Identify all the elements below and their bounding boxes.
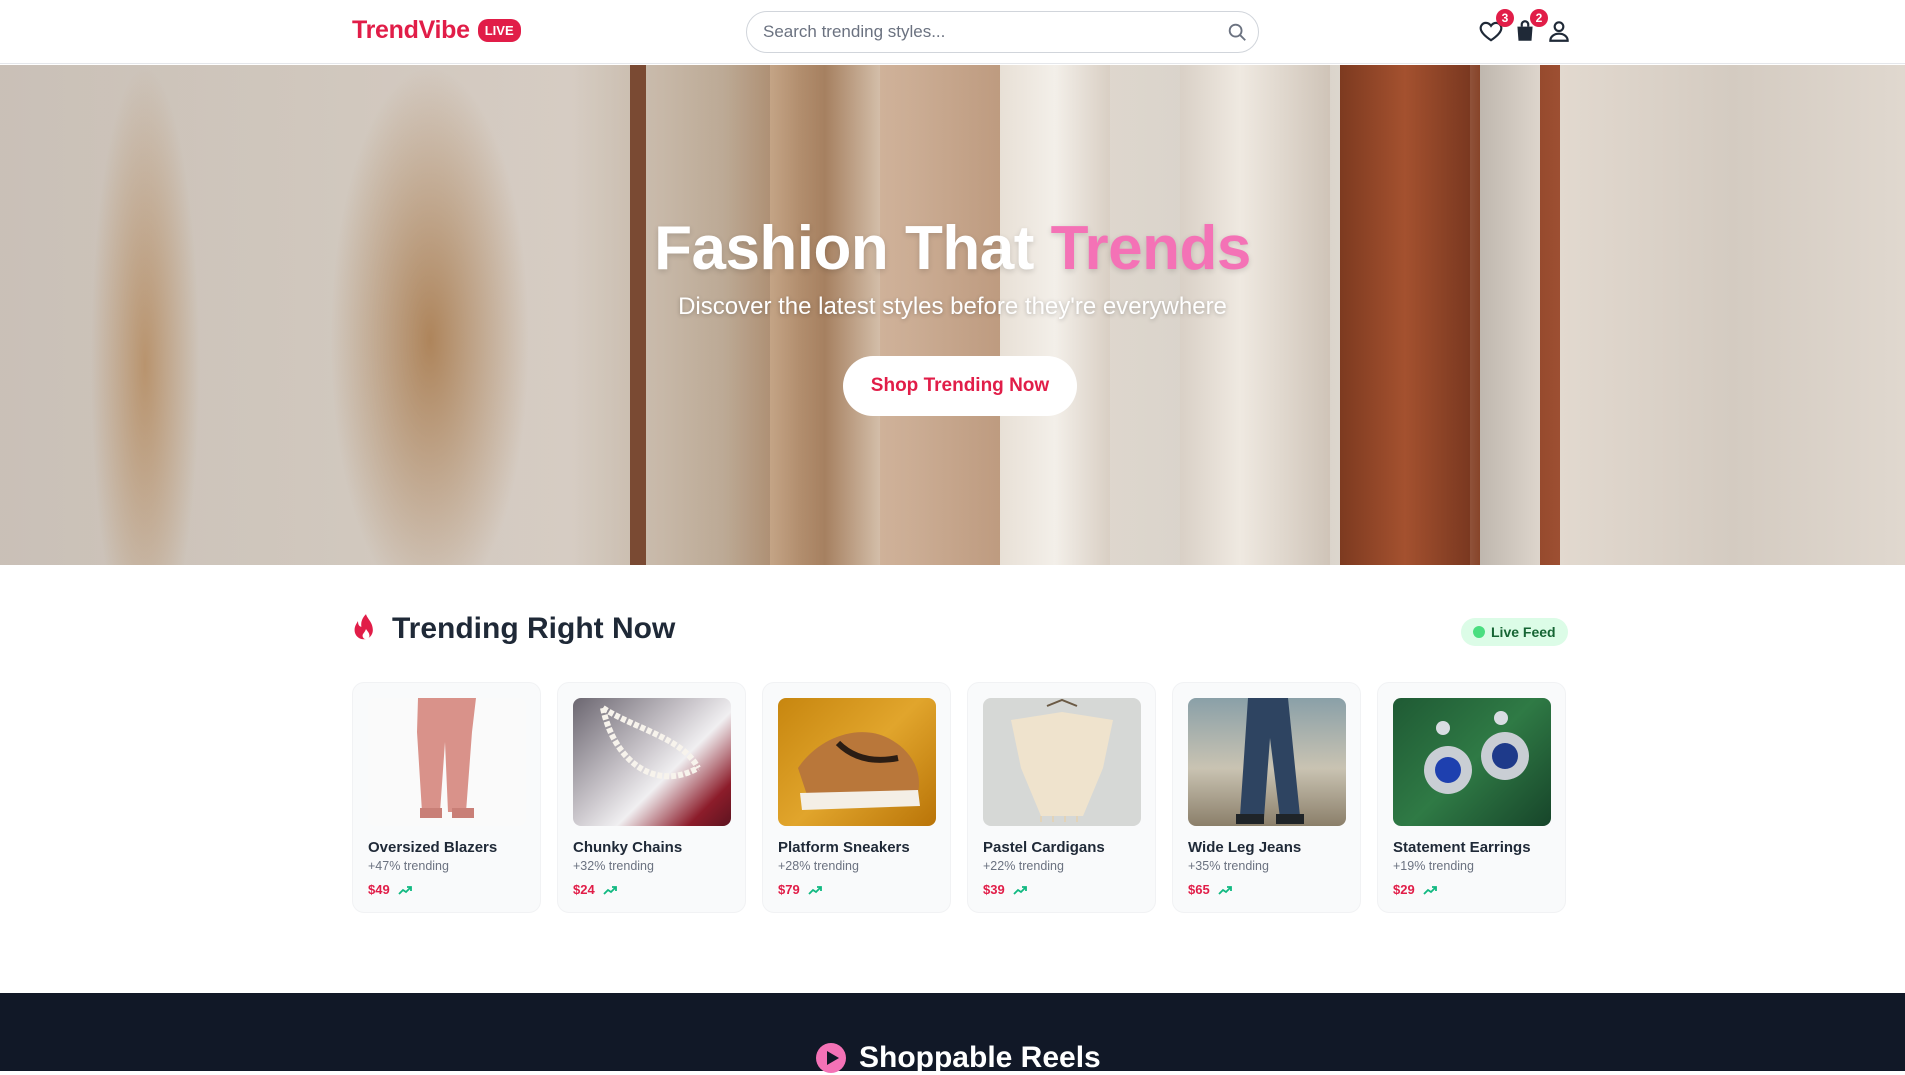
product-image[interactable] [778, 698, 936, 826]
trending-up-icon [1013, 885, 1027, 895]
product-card[interactable]: Wide Leg Jeans +35% trending $65 [1172, 682, 1361, 913]
trending-up-icon [1218, 885, 1232, 895]
product-price-row: $49 [368, 882, 412, 897]
shop-trending-button[interactable]: Shop Trending Now [843, 356, 1077, 416]
product-name[interactable]: Platform Sneakers [778, 839, 910, 856]
product-name[interactable]: Statement Earrings [1393, 839, 1531, 856]
logo-text[interactable]: TrendVibe [352, 16, 470, 45]
user-icon [1549, 21, 1569, 42]
product-trend: +35% trending [1188, 859, 1269, 873]
product-price: $65 [1188, 882, 1210, 897]
trending-title: Trending Right Now [392, 612, 676, 645]
reels-title: Shoppable Reels [859, 1041, 1101, 1074]
live-feed-label: Live Feed [1491, 624, 1556, 640]
product-name[interactable]: Oversized Blazers [368, 839, 497, 856]
product-card[interactable]: Statement Earrings +19% trending $29 [1377, 682, 1566, 913]
live-feed-badge: Live Feed [1461, 618, 1568, 646]
account-button[interactable] [1546, 18, 1574, 46]
live-dot-icon [1473, 626, 1485, 638]
product-price: $24 [573, 882, 595, 897]
hero-title-accent: Trends [1050, 214, 1252, 283]
play-circle-icon [816, 1043, 846, 1073]
trending-up-icon [808, 885, 822, 895]
product-price: $49 [368, 882, 390, 897]
product-price-row: $24 [573, 882, 617, 897]
product-card[interactable]: Pastel Cardigans +22% trending $39 [967, 682, 1156, 913]
product-card[interactable]: Platform Sneakers +28% trending $79 [762, 682, 951, 913]
reels-section: Shoppable Reels [0, 993, 1905, 1074]
product-image[interactable] [1393, 698, 1551, 826]
trending-up-icon [603, 885, 617, 895]
logo[interactable]: TrendVibe LIVE [352, 16, 521, 45]
search-input[interactable] [763, 12, 1203, 52]
cart-button[interactable]: 2 [1512, 9, 1548, 46]
hero-title: Fashion That Trends [0, 213, 1905, 284]
product-price-row: $79 [778, 882, 822, 897]
hero-banner: Fashion That Trends Discover the latest … [0, 65, 1905, 565]
product-price-row: $65 [1188, 882, 1232, 897]
product-card[interactable]: Oversized Blazers +47% trending $49 [352, 682, 541, 913]
hero-title-main: Fashion That [654, 214, 1051, 283]
reels-header: Shoppable Reels [815, 1041, 1101, 1075]
wishlist-button[interactable]: 3 [1478, 9, 1514, 46]
product-trend: +28% trending [778, 859, 859, 873]
product-price: $39 [983, 882, 1005, 897]
product-trend: +32% trending [573, 859, 654, 873]
hero-subtitle: Discover the latest styles before they'r… [678, 293, 1227, 320]
trending-up-icon [1423, 885, 1437, 895]
trending-up-icon [398, 885, 412, 895]
site-header: TrendVibe LIVE 3 2 [0, 0, 1905, 64]
product-price: $79 [778, 882, 800, 897]
product-image[interactable] [1188, 698, 1346, 826]
trending-header: Trending Right Now [352, 612, 675, 646]
product-name[interactable]: Wide Leg Jeans [1188, 839, 1301, 856]
trending-cards: Oversized Blazers +47% trending $49 Chun… [352, 682, 1566, 913]
product-price-row: $39 [983, 882, 1027, 897]
product-image[interactable] [983, 698, 1141, 826]
product-name[interactable]: Chunky Chains [573, 839, 682, 856]
search-bar[interactable] [746, 11, 1259, 53]
product-trend: +19% trending [1393, 859, 1474, 873]
product-card[interactable]: Chunky Chains +32% trending $24 [557, 682, 746, 913]
fire-icon [354, 614, 373, 640]
product-trend: +47% trending [368, 859, 449, 873]
product-trend: +22% trending [983, 859, 1064, 873]
live-badge: LIVE [477, 19, 521, 42]
product-name[interactable]: Pastel Cardigans [983, 839, 1105, 856]
product-image[interactable] [368, 698, 526, 826]
search-icon[interactable] [1226, 21, 1248, 43]
product-price: $29 [1393, 882, 1415, 897]
product-image[interactable] [573, 698, 731, 826]
product-price-row: $29 [1393, 882, 1437, 897]
